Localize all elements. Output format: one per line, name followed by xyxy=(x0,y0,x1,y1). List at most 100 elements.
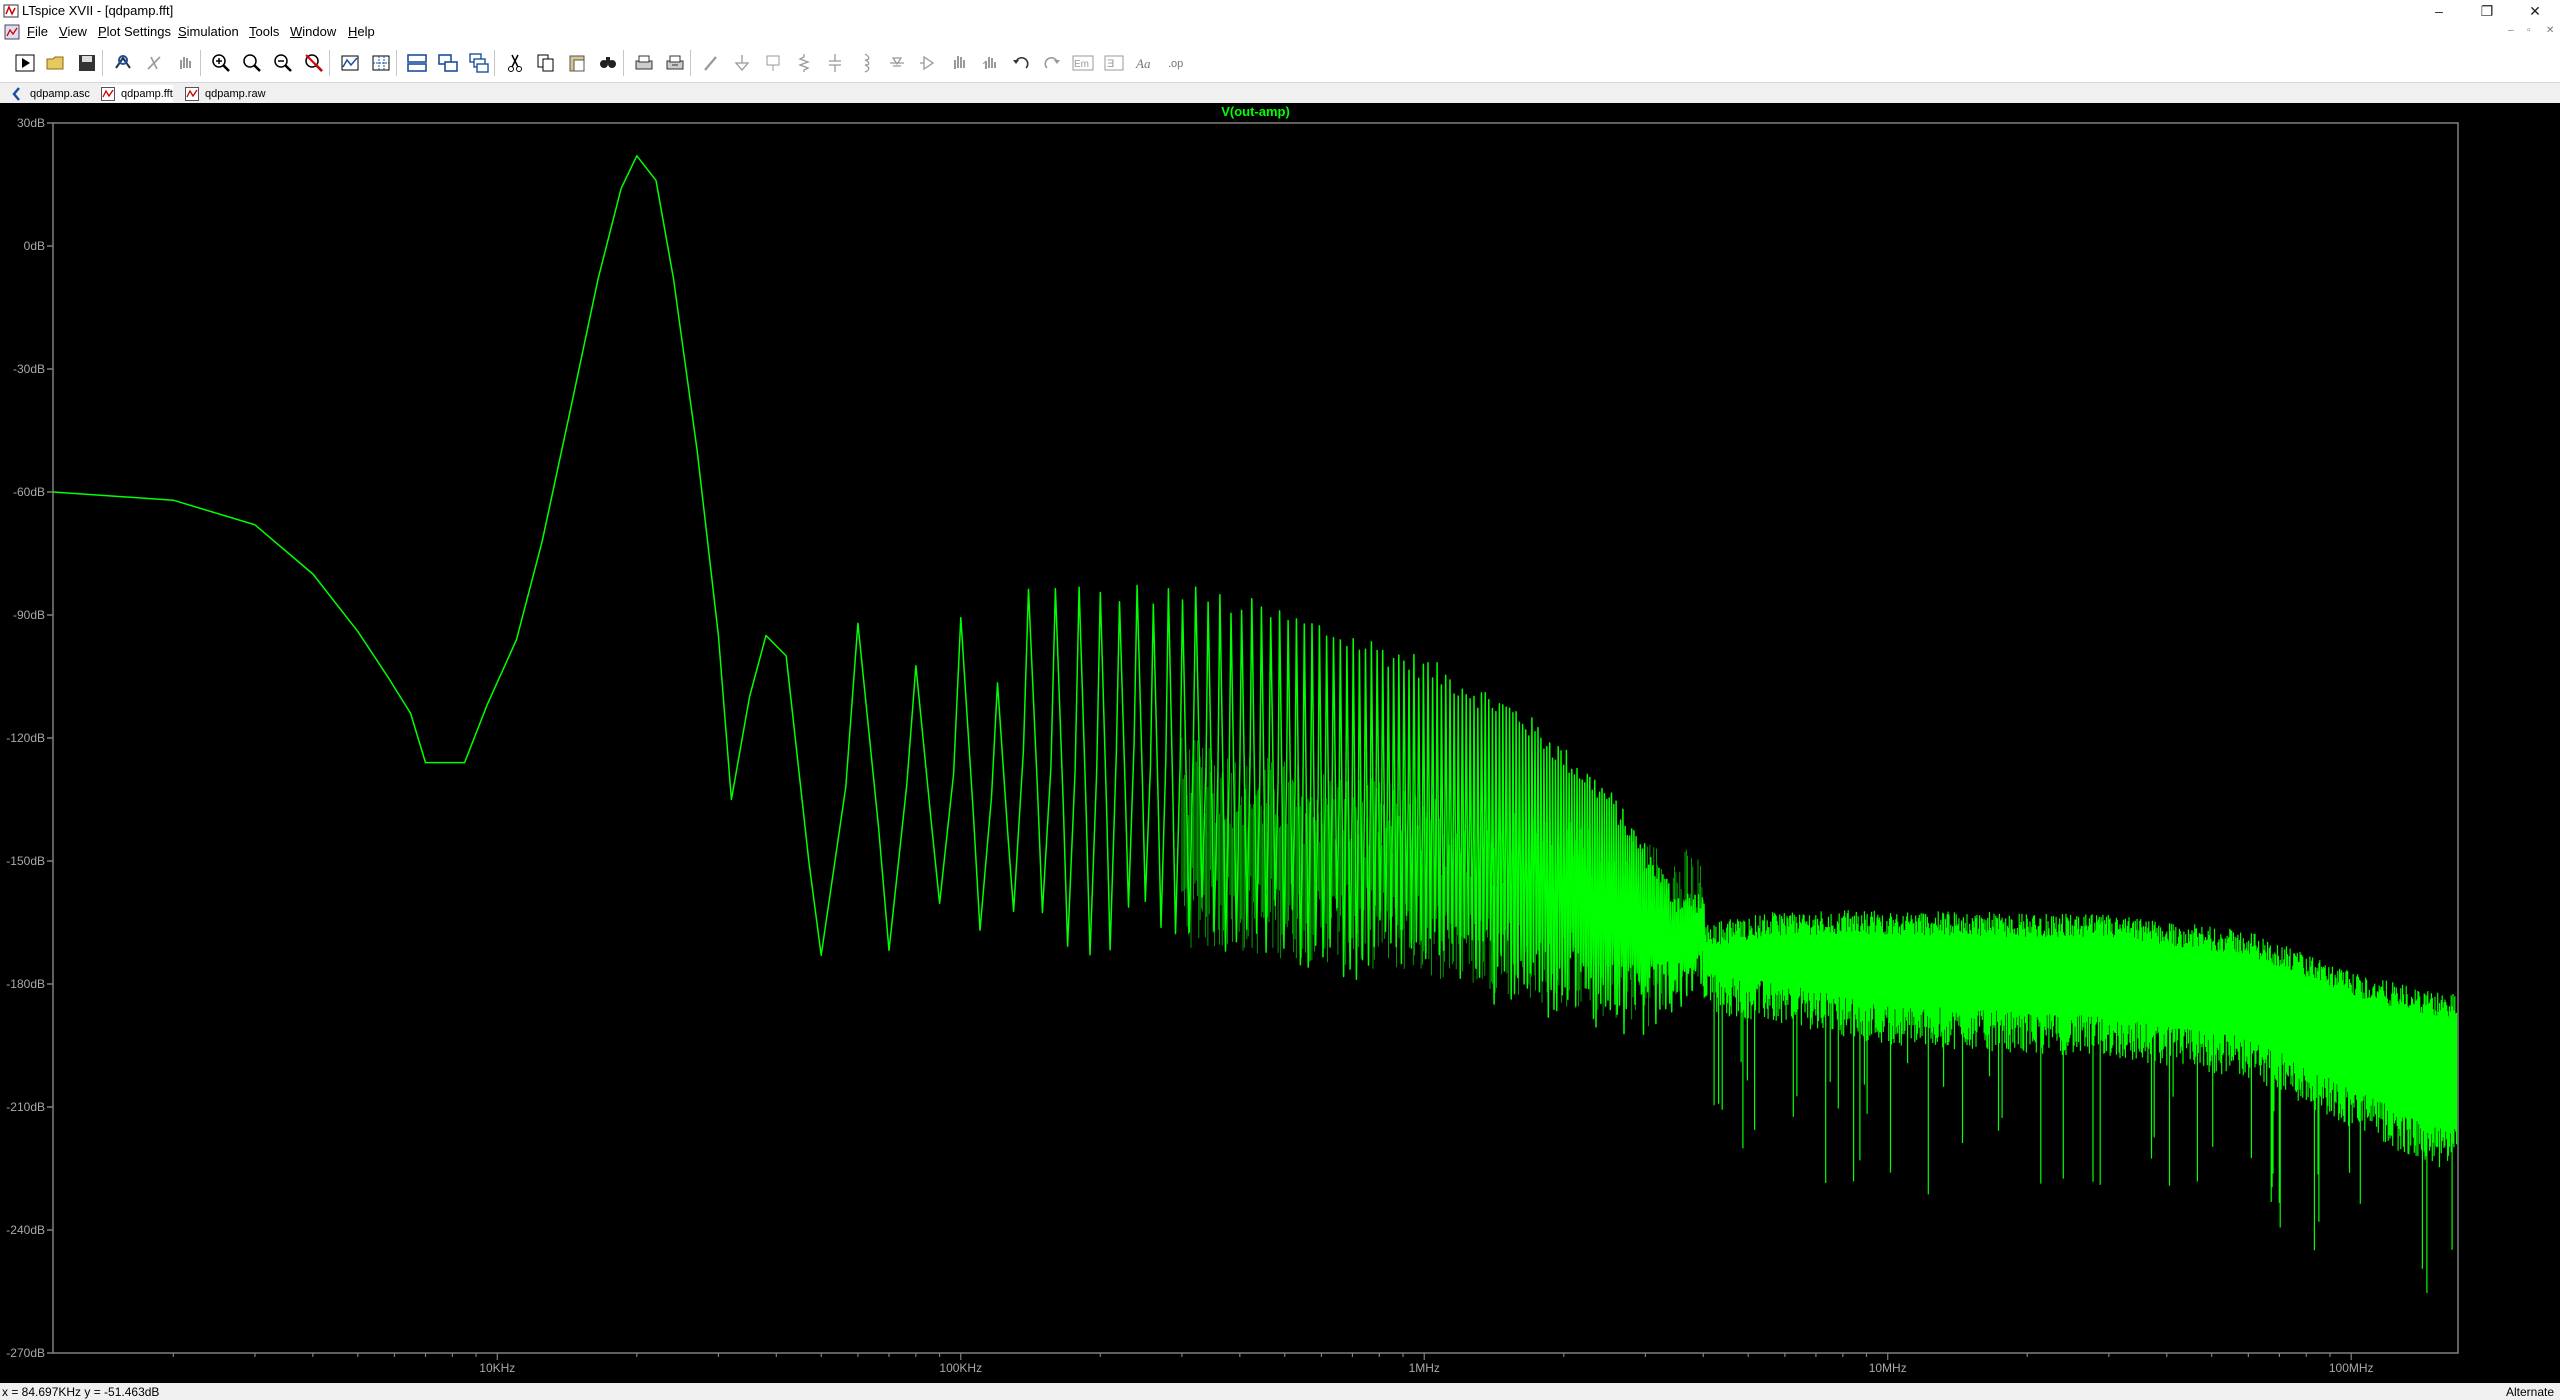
menu-view-label: iew xyxy=(67,24,87,39)
x-tick-label: 100KHz xyxy=(939,1361,982,1375)
tab-qdpamp-raw[interactable]: qdpamp.raw xyxy=(185,85,266,102)
waveform-icon xyxy=(185,86,199,101)
tab-label: qdpamp.asc xyxy=(30,87,90,100)
text-button[interactable]: Aa xyxy=(1132,50,1158,76)
minimize-button[interactable]: – xyxy=(2416,0,2462,22)
pan-hand-button[interactable] xyxy=(172,50,198,76)
status-bar: x = 84.697KHz y = -51.463dB Alternate xyxy=(0,1383,2560,1400)
paste-button[interactable] xyxy=(564,50,590,76)
label-net-icon xyxy=(766,55,780,71)
menu-simulation-key: S xyxy=(178,24,187,39)
label-net-button[interactable] xyxy=(760,50,786,76)
resistor-button[interactable] xyxy=(791,50,817,76)
status-mode: Alternate xyxy=(2505,1385,2554,1399)
menu-view[interactable]: View xyxy=(59,24,87,39)
y-tick-label: -60dB xyxy=(13,485,45,499)
drag-icon xyxy=(982,57,996,69)
menu-plot-settings[interactable]: Plot Settings xyxy=(98,24,171,39)
print-setup-button[interactable] xyxy=(662,50,688,76)
menu-help[interactable]: Help xyxy=(348,24,375,39)
zoom-out-button[interactable] xyxy=(270,50,296,76)
autorange-icon xyxy=(341,55,359,71)
zoom-cancel-button[interactable] xyxy=(301,50,327,76)
print-button[interactable] xyxy=(631,50,657,76)
tab-qdpamp-fft[interactable]: qdpamp.fft xyxy=(101,85,173,102)
waveform-plot-pane[interactable]: V(out-amp) 30dB 0dB -30dB -60dB -90dB -120dB -1… xyxy=(0,103,2560,1383)
trace-title: V(out-amp) xyxy=(1221,104,1290,119)
undo-icon xyxy=(1013,56,1029,69)
menu-file-label: ile xyxy=(34,24,48,39)
inductor-button[interactable] xyxy=(853,50,879,76)
redo-button[interactable] xyxy=(1039,50,1065,76)
ltspice-app-icon[interactable] xyxy=(3,3,19,19)
inductor-icon xyxy=(864,53,870,73)
mdi-restore-button[interactable]: ▫ xyxy=(2527,25,2531,36)
y-tick-label: 30dB xyxy=(17,116,45,130)
menu-plot-settings-label: lot Settings xyxy=(106,24,171,39)
control-panel-button[interactable] xyxy=(110,50,136,76)
toolbar-separator xyxy=(690,50,691,76)
find-button[interactable] xyxy=(595,50,621,76)
zoom-in-button[interactable] xyxy=(208,50,234,76)
halt-button[interactable] xyxy=(141,50,167,76)
wire-button[interactable] xyxy=(698,50,724,76)
grid-icon xyxy=(372,55,390,71)
cut-button[interactable] xyxy=(502,50,528,76)
mdi-minimize-button[interactable]: – xyxy=(2508,25,2514,36)
y-tick-label: -270dB xyxy=(6,1346,45,1360)
spice-directive-button[interactable]: .op xyxy=(1163,50,1189,76)
menu-tools[interactable]: Tools xyxy=(249,24,279,39)
restore-button[interactable]: ❐ xyxy=(2464,0,2510,22)
component-button[interactable] xyxy=(915,50,941,76)
open-button[interactable] xyxy=(43,50,69,76)
toolbar-separator xyxy=(623,50,624,76)
copy-button[interactable] xyxy=(533,50,559,76)
mirror-button[interactable]: Ǝ xyxy=(1101,50,1127,76)
menu-window-key: W xyxy=(290,24,303,39)
y-tick-label: -210dB xyxy=(6,1100,45,1114)
menu-file[interactable]: File xyxy=(27,24,48,39)
drag-button[interactable] xyxy=(977,50,1003,76)
grid-button[interactable] xyxy=(368,50,394,76)
menu-plot-settings-key: P xyxy=(98,24,107,39)
menu-simulation-label: imulation xyxy=(186,24,239,39)
close-button[interactable]: ✕ xyxy=(2512,0,2558,22)
zoom-area-button[interactable] xyxy=(239,50,265,76)
tile-horizontal-button[interactable] xyxy=(404,50,430,76)
trace-noise-floor xyxy=(1702,910,2458,1293)
ground-button[interactable] xyxy=(729,50,755,76)
copy-icon xyxy=(537,54,554,72)
y-tick-label: -30dB xyxy=(13,362,45,376)
menu-help-label: elp xyxy=(357,24,375,39)
rotate-button[interactable]: Em xyxy=(1070,50,1096,76)
wire-icon xyxy=(704,56,717,71)
mdi-close-button[interactable]: ✕ xyxy=(2546,25,2554,36)
menu-simulation[interactable]: Simulation xyxy=(178,24,239,39)
cascade-button[interactable] xyxy=(466,50,492,76)
autorange-button[interactable] xyxy=(337,50,363,76)
menu-tools-label: ools xyxy=(255,24,280,39)
menu-help-key: H xyxy=(348,24,358,39)
undo-button[interactable] xyxy=(1008,50,1034,76)
run-button[interactable] xyxy=(12,50,38,76)
tile-vertical-button[interactable] xyxy=(435,50,461,76)
fft-chart[interactable]: V(out-amp) 30dB 0dB -30dB -60dB -90dB -120dB -1… xyxy=(0,103,2560,1383)
svg-text:Ǝ: Ǝ xyxy=(1107,58,1114,70)
mirror-icon: Ǝ xyxy=(1104,55,1124,71)
menu-file-key: F xyxy=(27,24,35,39)
save-button[interactable] xyxy=(74,50,100,76)
find-icon xyxy=(600,57,616,68)
print-icon xyxy=(635,55,653,70)
cascade-icon xyxy=(469,53,489,73)
toolbar-separator xyxy=(396,50,397,76)
move-button[interactable] xyxy=(946,50,972,76)
diode-button[interactable] xyxy=(884,50,910,76)
tab-qdpamp-asc[interactable]: qdpamp.asc xyxy=(10,85,90,102)
menu-window[interactable]: Window xyxy=(290,24,336,39)
document-system-menu-icon[interactable] xyxy=(4,24,20,40)
capacitor-button[interactable] xyxy=(822,50,848,76)
tab-label: qdpamp.raw xyxy=(205,87,266,100)
toolbar-separator xyxy=(102,50,103,76)
trace-v-out-amp xyxy=(52,155,1706,1036)
menu-window-label: indow xyxy=(302,24,337,39)
